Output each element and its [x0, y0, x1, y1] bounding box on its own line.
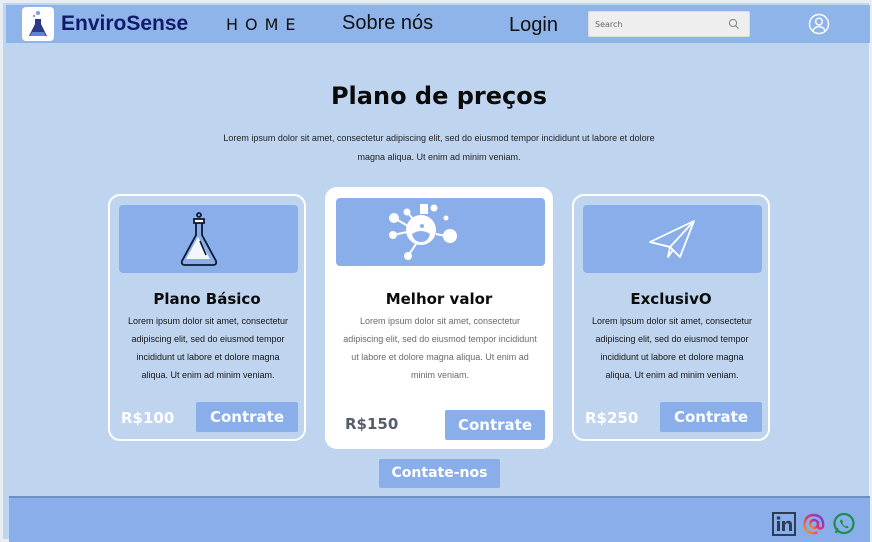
contract-button[interactable]: Contrate	[660, 402, 762, 432]
plan-price: R$100	[121, 409, 175, 427]
plan-description: Lorem ipsum dolor sit amet, consectetur …	[127, 316, 289, 380]
contract-button[interactable]: Contrate	[196, 402, 298, 432]
plan-title: ExclusivO	[630, 290, 712, 308]
logo-icon[interactable]	[22, 7, 54, 41]
plan-price: R$150	[345, 415, 399, 433]
search-box[interactable]	[588, 11, 750, 37]
whatsapp-icon[interactable]	[832, 512, 856, 536]
plan-card-basic: Plano Básico Lorem ipsum dolor sit amet,…	[108, 194, 306, 441]
user-account-icon[interactable]	[808, 13, 830, 35]
linkedin-icon[interactable]	[772, 512, 796, 536]
plan-price: R$250	[585, 409, 639, 427]
threads-icon[interactable]	[802, 512, 826, 536]
page-frame: EnviroSense HOME Sobre nós Login Plano d…	[0, 0, 872, 542]
page-subtitle: Lorem ipsum dolor sit amet, consectetur …	[223, 133, 655, 162]
search-input[interactable]	[595, 16, 715, 32]
plan-card-best-value: Melhor valor Lorem ipsum dolor sit amet,…	[325, 187, 553, 449]
top-navbar: EnviroSense HOME Sobre nós Login	[6, 5, 870, 43]
plan-card-exclusive: ExclusivO Lorem ipsum dolor sit amet, co…	[572, 194, 770, 441]
search-icon[interactable]	[727, 17, 741, 31]
footer	[9, 496, 870, 542]
nav-about-link[interactable]: Sobre nós	[342, 12, 433, 35]
plan-image-basic	[119, 205, 298, 273]
plan-description: Lorem ipsum dolor sit amet, consectetur …	[343, 316, 537, 380]
plan-title: Melhor valor	[385, 290, 493, 308]
plan-description: Lorem ipsum dolor sit amet, consectetur …	[591, 316, 753, 380]
nav-login-link[interactable]: Login	[509, 14, 558, 37]
science-molecule-icon	[389, 204, 457, 260]
flask-icon	[180, 212, 218, 266]
brand-name[interactable]: EnviroSense	[61, 12, 188, 36]
paper-plane-icon	[649, 220, 695, 258]
contract-button[interactable]: Contrate	[445, 410, 545, 440]
nav-home-link[interactable]: HOME	[226, 15, 303, 34]
plan-image-best-value	[336, 198, 545, 266]
contact-us-button[interactable]: Contate-nos	[379, 459, 500, 488]
plan-image-exclusive	[583, 205, 762, 273]
page-title: Plano de preços	[330, 82, 548, 110]
plan-title: Plano Básico	[153, 290, 261, 308]
